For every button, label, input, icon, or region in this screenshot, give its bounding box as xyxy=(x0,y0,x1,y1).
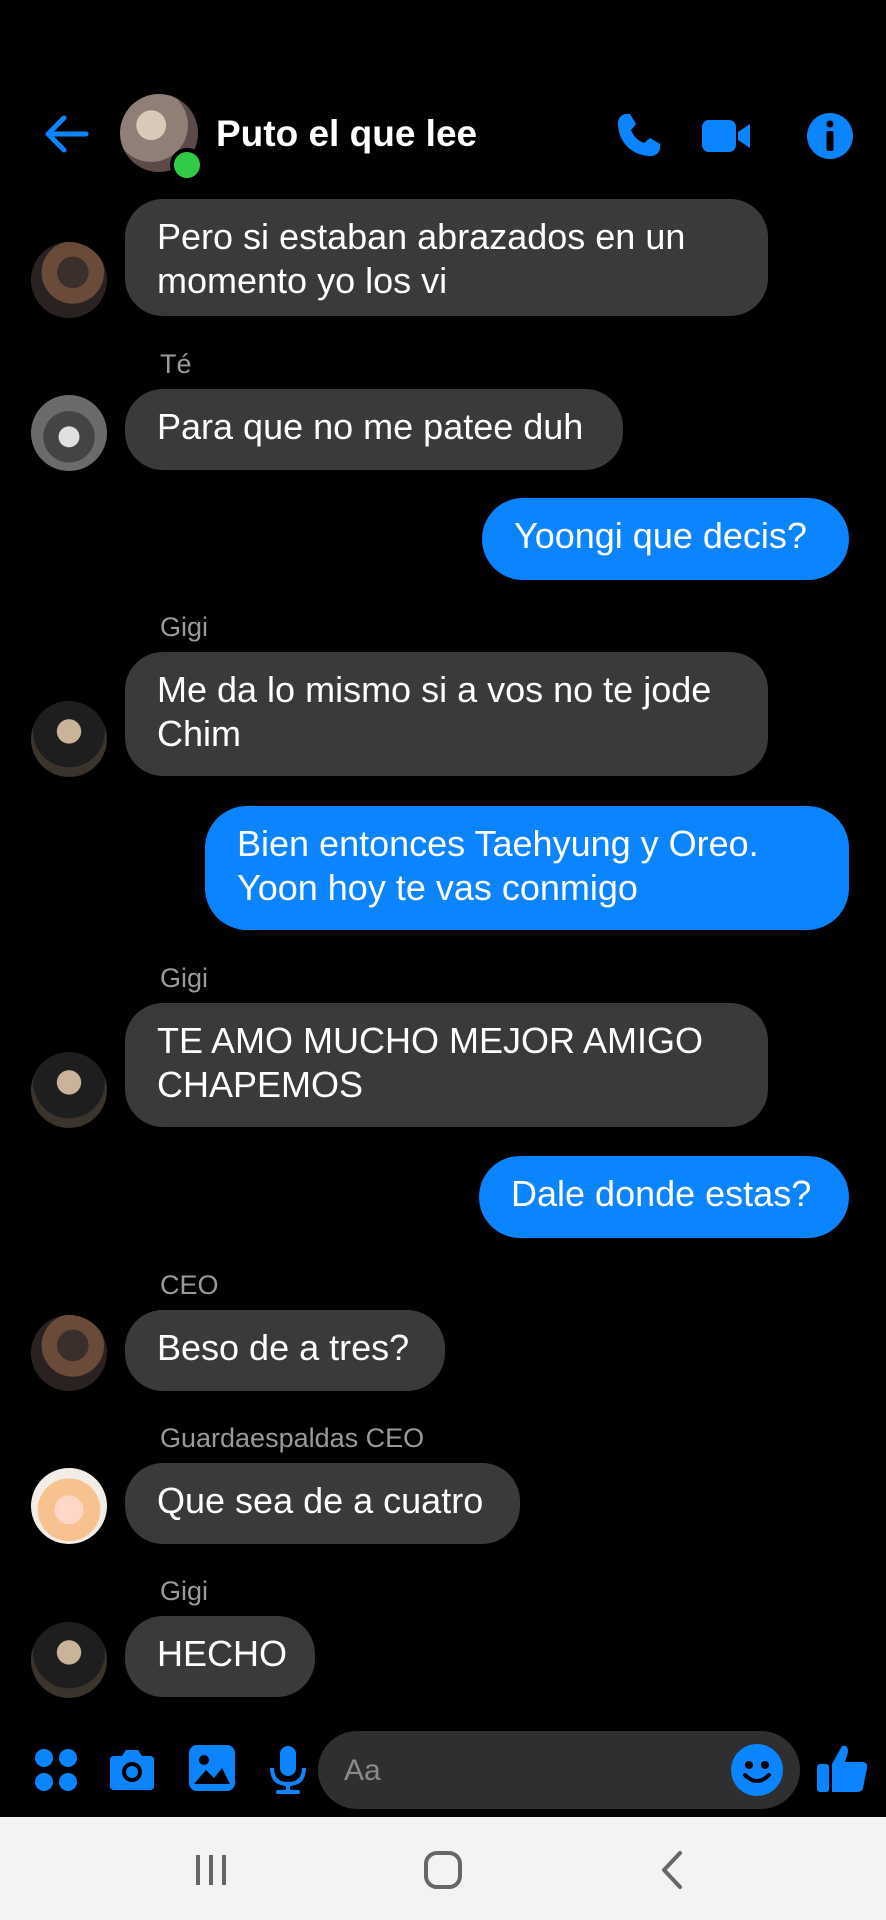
online-status-dot xyxy=(170,148,204,182)
sender-name: Gigi xyxy=(160,1576,209,1606)
sender-name: Guardaespaldas CEO xyxy=(160,1423,425,1453)
sender-avatar[interactable] xyxy=(31,701,107,777)
info-icon[interactable] xyxy=(804,110,856,162)
sender-name: Gigi xyxy=(160,963,209,993)
message-bubble-outgoing[interactable]: Dale donde estas? xyxy=(479,1156,849,1238)
sender-name: Té xyxy=(160,349,192,379)
message-bubble[interactable]: Que sea de a cuatro xyxy=(125,1463,520,1544)
recent-apps-icon[interactable] xyxy=(188,1847,234,1893)
message-bubble-outgoing[interactable]: Yoongi que decis? xyxy=(482,498,849,580)
sender-avatar[interactable] xyxy=(31,1315,107,1391)
home-icon[interactable] xyxy=(420,1847,466,1893)
video-camera-icon[interactable] xyxy=(700,110,752,162)
system-navigation-bar xyxy=(0,1817,886,1920)
chevron-left-icon[interactable] xyxy=(650,1847,696,1893)
sender-avatar[interactable] xyxy=(31,1468,107,1544)
thumbs-up-icon[interactable] xyxy=(814,1740,870,1796)
camera-icon[interactable] xyxy=(106,1744,158,1796)
message-bubble[interactable]: Para que no me patee duh xyxy=(125,389,623,470)
chat-header: Puto el que lee xyxy=(0,0,886,200)
message-bubble[interactable]: Beso de a tres? xyxy=(125,1310,445,1391)
arrow-left-icon[interactable] xyxy=(40,108,92,160)
phone-icon[interactable] xyxy=(612,110,664,162)
chat-title[interactable]: Puto el que lee xyxy=(216,113,477,155)
message-bubble[interactable]: Pero si estaban abrazados en un momento … xyxy=(125,199,768,316)
sender-avatar[interactable] xyxy=(31,1622,107,1698)
sender-name: Gigi xyxy=(160,612,209,642)
message-bubble[interactable]: Me da lo mismo si a vos no te jode Chim xyxy=(125,652,768,776)
message-bubble[interactable]: TE AMO MUCHO MEJOR AMIGO CHAPEMOS xyxy=(125,1003,768,1127)
sender-avatar[interactable] xyxy=(31,395,107,471)
message-input-container[interactable] xyxy=(318,1731,800,1811)
microphone-icon[interactable] xyxy=(262,1744,314,1796)
apps-grid-icon[interactable] xyxy=(30,1744,82,1796)
sender-name: CEO xyxy=(160,1270,219,1300)
sender-avatar[interactable] xyxy=(31,242,107,318)
image-icon[interactable] xyxy=(186,1742,238,1794)
sender-avatar[interactable] xyxy=(31,1052,107,1128)
smiley-icon[interactable] xyxy=(730,1743,784,1797)
message-bubble[interactable]: HECHO xyxy=(125,1616,315,1697)
message-input[interactable] xyxy=(342,1731,726,1811)
message-bubble-outgoing[interactable]: Bien entonces Taehyung y Oreo. Yoon hoy … xyxy=(205,806,849,930)
